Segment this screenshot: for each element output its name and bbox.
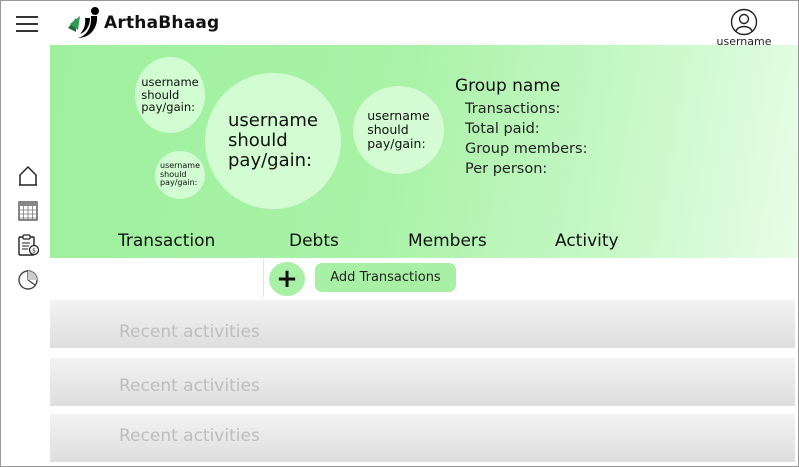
activity-card[interactable]: Recent activities: [50, 358, 795, 406]
balance-bubble-right: username should pay/gain:: [353, 86, 444, 174]
bubble-text: should: [228, 129, 288, 151]
user-profile[interactable]: username: [712, 8, 776, 48]
add-transactions-button[interactable]: Add Transactions: [315, 263, 456, 292]
total-paid-label: Total paid:: [465, 121, 540, 137]
bubble-text: username: [141, 74, 199, 89]
clipboard-money-icon[interactable]: $: [16, 233, 40, 257]
logo-icon: [68, 7, 99, 38]
group-info: Group name Transactions: Total paid: Gro…: [455, 76, 587, 179]
bubble-text: pay/gain:: [160, 178, 198, 188]
pie-chart-icon[interactable]: [16, 268, 40, 292]
toolbar-divider: [263, 259, 264, 297]
bubble-text: username: [228, 109, 318, 131]
balance-bubble-large: username should pay/gain:: [205, 73, 341, 209]
hamburger-menu-icon[interactable]: [16, 16, 38, 32]
group-members-label: Group members:: [465, 141, 588, 157]
app-logo[interactable]: ArthaBhaag: [66, 6, 219, 40]
user-avatar-icon: [730, 8, 758, 36]
activity-card[interactable]: Recent activities: [50, 414, 795, 462]
group-tabs: Transaction Debts Members Activity: [50, 231, 798, 257]
bubble-text: should: [367, 122, 409, 137]
bubble-text: pay/gain:: [141, 100, 195, 115]
group-summary-panel: username should pay/gain: username shoul…: [50, 45, 798, 258]
tab-members[interactable]: Members: [408, 231, 487, 251]
activity-placeholder: Recent activities: [119, 322, 260, 342]
svg-text:$: $: [32, 248, 36, 255]
bubble-text: pay/gain:: [367, 136, 426, 151]
bubble-text: username: [367, 108, 430, 123]
activity-placeholder: Recent activities: [119, 376, 260, 396]
home-icon[interactable]: [16, 164, 40, 188]
app-name: ArthaBhaag: [104, 13, 220, 33]
tab-transaction[interactable]: Transaction: [118, 231, 215, 251]
tab-debts[interactable]: Debts: [289, 231, 339, 251]
activity-card[interactable]: Recent activities: [50, 300, 795, 348]
bubble-text: pay/gain:: [228, 150, 313, 172]
group-name: Group name: [455, 76, 561, 96]
per-person-label: Per person:: [465, 161, 548, 177]
add-transaction-plus-button[interactable]: +: [269, 262, 305, 296]
calendar-icon[interactable]: [16, 199, 40, 223]
activity-placeholder: Recent activities: [119, 426, 260, 446]
balance-bubble-top-left: username should pay/gain:: [135, 57, 205, 133]
balance-bubble-small: username should pay/gain:: [155, 151, 205, 199]
transactions-label: Transactions:: [465, 101, 561, 117]
tab-activity[interactable]: Activity: [555, 231, 619, 251]
